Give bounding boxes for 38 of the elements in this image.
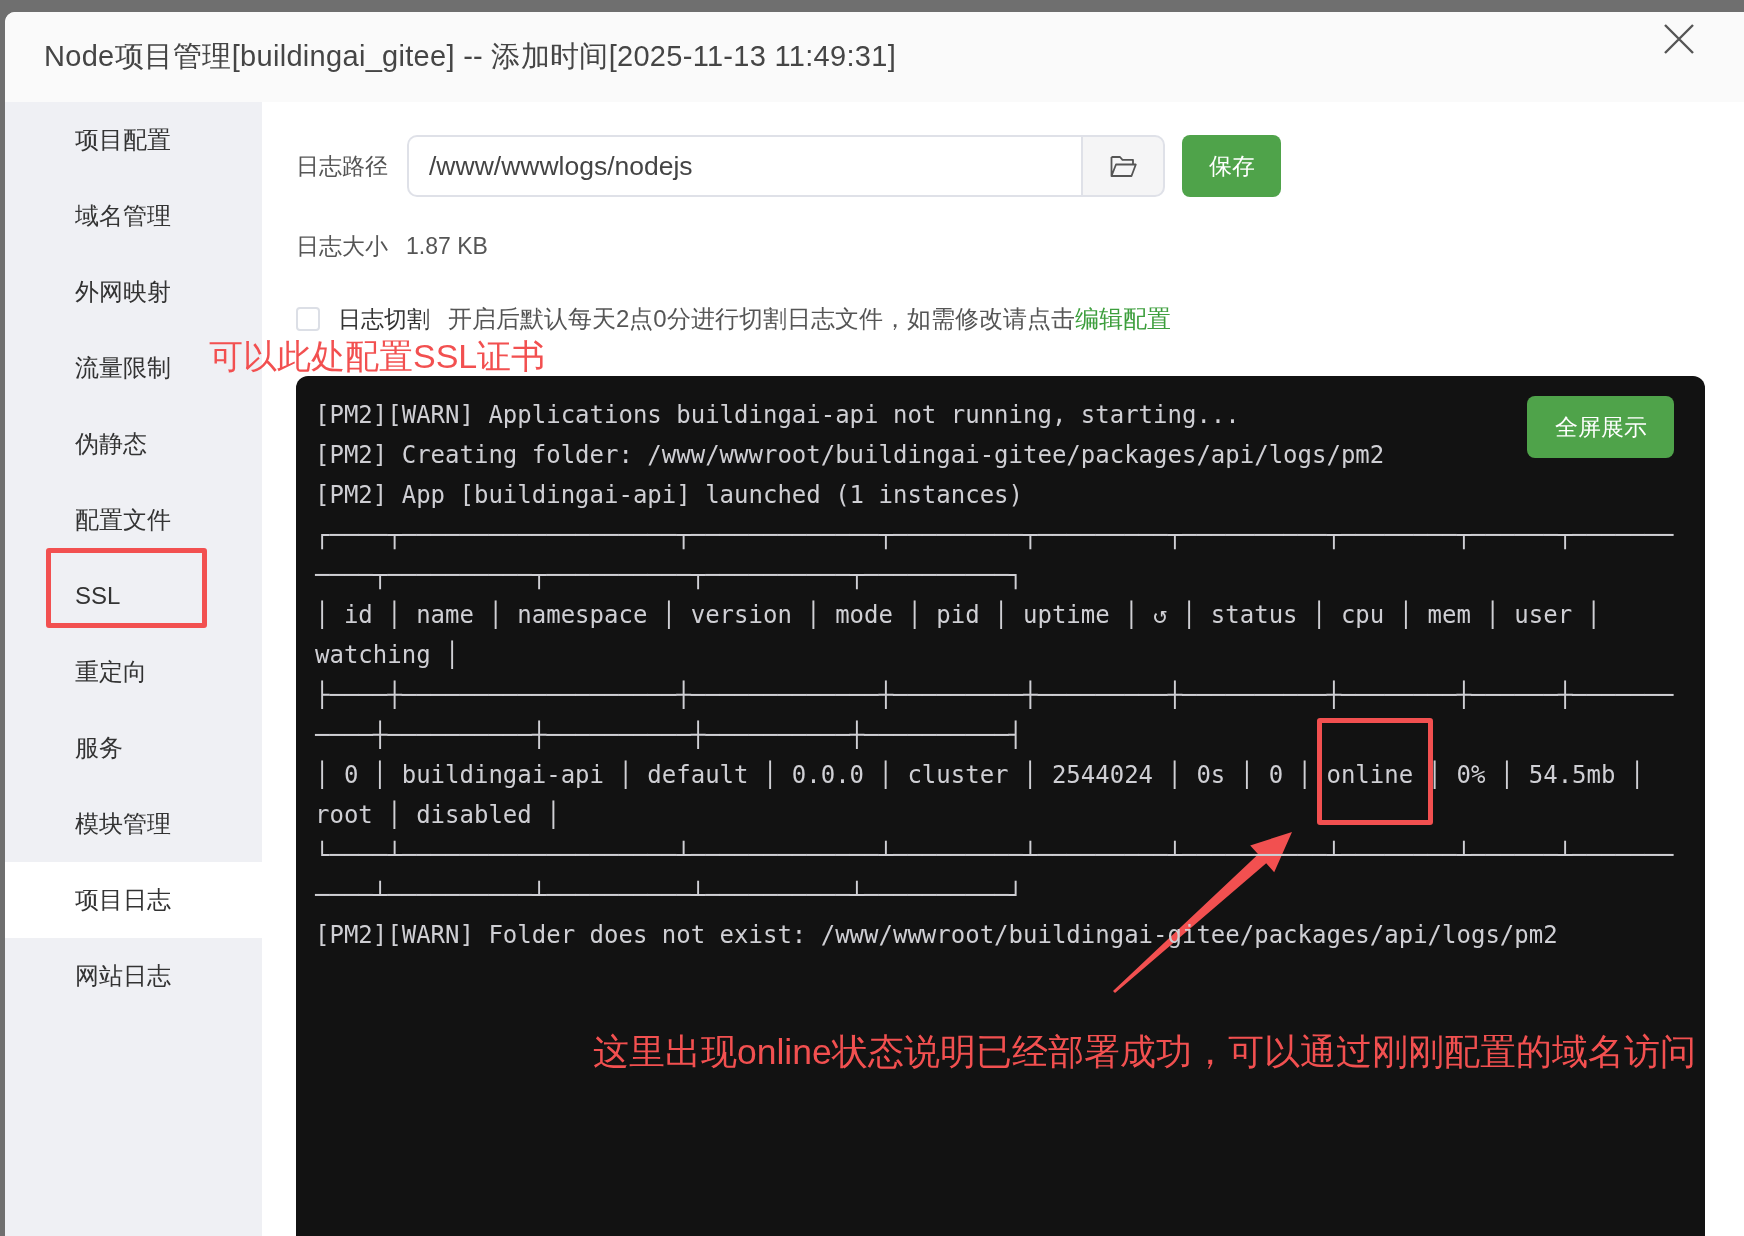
dialog-title: Node项目管理[buildingai_gitee] -- 添加时间[2025-11-13 11:49:31] xyxy=(44,39,897,75)
sidebar-item[interactable]: 外网映射 xyxy=(5,254,187,330)
sidebar-item[interactable]: 伪静态 xyxy=(5,406,163,482)
log-line: root │ disabled │ xyxy=(315,799,561,831)
annotation-text: 可以此处配置SSL证书 xyxy=(209,339,546,373)
sidebar-item[interactable]: 网站日志 xyxy=(5,938,187,1014)
log-line: [PM2] Creating folder: /www/wwwroot/buildingai-gitee/packages/api/logs/pm2 xyxy=(315,440,1385,471)
sidebar-item[interactable]: 重定向 xyxy=(5,634,163,710)
log-line: ────┬──────────┬──────────┬──────────┬──────────┐ xyxy=(315,560,1023,592)
sidebar-item[interactable]: 配置文件 xyxy=(5,482,187,558)
checkbox[interactable] xyxy=(296,307,320,331)
log-line: watching │ xyxy=(315,639,460,671)
log-line: │ id │ name │ namespace │ version │ mode │ pid │ uptime │ ↺ │ status │ cpu │ mem │ user │ xyxy=(315,599,1601,631)
sidebar-item[interactable]: 项目日志 xyxy=(5,862,262,938)
log-line: ┌────┬───────────────────┬─────────────┬─────────┬─────────┬──────────┬────────┬──────┬─────── xyxy=(315,520,1674,552)
log-line: [PM2][WARN] Applications buildingai-api not running, starting... xyxy=(315,400,1240,431)
log-line: ────┼──────────┼──────────┼──────────┼──────────┤ xyxy=(315,719,1023,751)
rotation-hint: 开启后默认每天2点0分进行切割日志文件，如需修改请点击编辑配置 xyxy=(448,304,1171,334)
browse-button[interactable] xyxy=(1081,135,1165,197)
field-label: 日志路径 xyxy=(296,151,388,181)
checkbox-label: 日志切割 xyxy=(338,304,430,334)
close-icon xyxy=(1664,24,1694,54)
log-size-value: 1.87 KB xyxy=(406,231,488,261)
log-line: ├────┼───────────────────┼─────────────┼─────────┼─────────┼──────────┼────────┼──────┼─────── xyxy=(315,679,1674,711)
sidebar-item[interactable]: 项目配置 xyxy=(5,102,187,178)
sidebar-item[interactable]: 域名管理 xyxy=(5,178,187,254)
sidebar-item[interactable]: 服务 xyxy=(5,710,139,786)
folder-icon xyxy=(1109,154,1137,178)
close-button[interactable] xyxy=(1664,24,1694,54)
log-line: │ 0 │ buildingai-api │ default │ 0.0.0 │ cluster │ 2544024 │ 0s │ 0 │ online │ 0% │ 54.5mb │ xyxy=(315,759,1645,791)
annotation-text: 这里出现online状态说明已经部署成功，可以通过刚刚配置的域名访问 xyxy=(593,1035,1696,1071)
sidebar-item[interactable]: SSL xyxy=(5,558,137,634)
path-input[interactable]: /www/wwwlogs/nodejs xyxy=(407,135,1081,197)
log-line: ────┴──────────┴──────────┴──────────┴──────────┘ xyxy=(315,879,1023,911)
field-label: 日志大小 xyxy=(296,231,388,261)
log-line: [PM2] App [buildingai-api] launched (1 instances) xyxy=(315,480,1023,511)
sidebar-item[interactable]: 流量限制 xyxy=(5,330,187,406)
sidebar-item[interactable]: 模块管理 xyxy=(5,786,187,862)
